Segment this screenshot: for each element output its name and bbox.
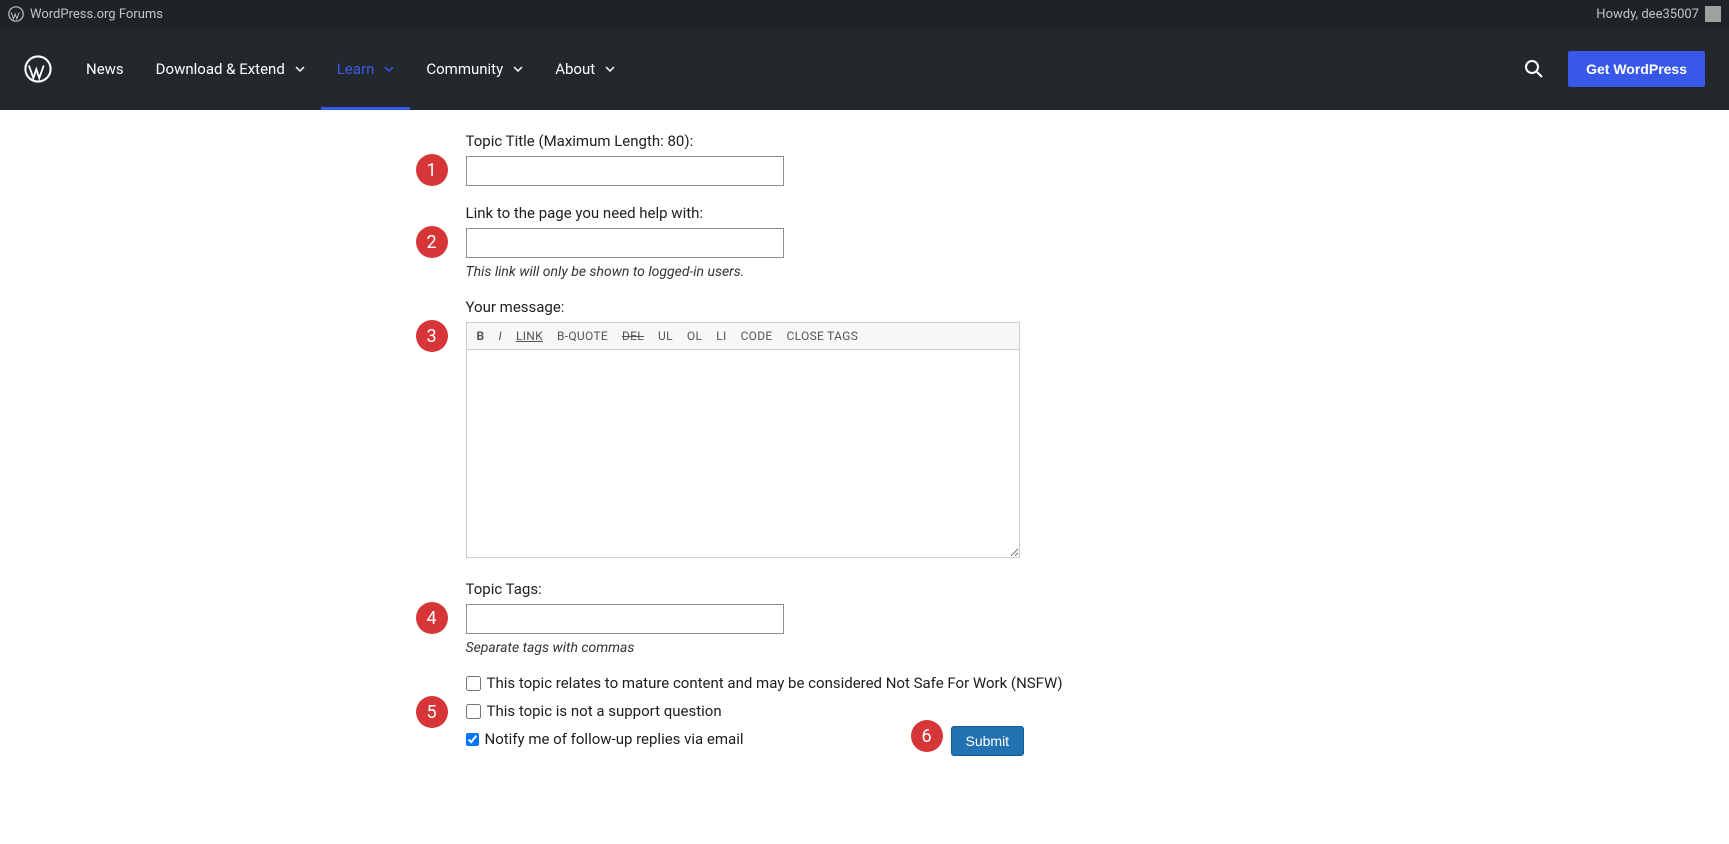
topic-tags-input[interactable] [466,604,784,634]
nav-label: About [555,60,595,78]
nav-item-community[interactable]: Community [410,28,539,110]
nav-label: Learn [337,60,375,78]
toolbar-close-tags-button[interactable]: CLOSE TAGS [787,329,859,343]
chevron-down-icon [384,64,394,74]
get-wordpress-button[interactable]: Get WordPress [1568,51,1705,87]
wordpress-logo-icon[interactable] [8,6,24,22]
main-navigation: News Download & Extend Learn Community A… [0,28,1729,110]
chevron-down-icon [295,64,305,74]
avatar[interactable] [1705,6,1721,22]
chevron-down-icon [513,64,523,74]
annotation-badge-2: 2 [416,226,448,258]
nav-item-news[interactable]: News [70,28,140,110]
nav-item-download-extend[interactable]: Download & Extend [140,28,321,110]
link-help-text: This link will only be shown to logged-i… [466,264,1320,280]
wordpress-logo-icon[interactable] [24,55,52,83]
toolbar-link-button[interactable]: LINK [516,329,543,343]
annotation-badge-6: 6 [911,720,943,752]
submit-button[interactable]: Submit [951,726,1025,756]
admin-bar-left: WordPress.org Forums [8,6,163,22]
not-support-checkbox-label: This topic is not a support question [487,702,722,720]
topic-title-label: Topic Title (Maximum Length: 80): [466,132,1320,150]
link-input[interactable] [466,228,784,258]
toolbar-italic-button[interactable]: I [498,329,501,343]
toolbar-bold-button[interactable]: B [477,329,485,343]
toolbar-code-button[interactable]: CODE [741,329,773,343]
nav-menu: News Download & Extend Learn Community A… [70,28,631,110]
annotation-badge-5: 5 [416,696,448,728]
annotation-badge-3: 3 [416,320,448,352]
topic-tags-help: Separate tags with commas [466,640,1320,656]
editor-toolbar: B I LINK B-QUOTE DEL UL OL LI CODE CLOSE… [466,322,1020,350]
field-topic-title: 1 Topic Title (Maximum Length: 80): [410,132,1320,186]
notify-checkbox[interactable] [466,733,479,746]
nav-item-learn[interactable]: Learn [321,28,411,110]
search-icon [1524,59,1544,79]
field-link: 2 Link to the page you need help with: T… [410,204,1320,280]
link-label: Link to the page you need help with: [466,204,1320,222]
topic-form: 1 Topic Title (Maximum Length: 80): 2 Li… [410,132,1320,748]
annotation-badge-4: 4 [416,602,448,634]
notify-checkbox-label: Notify me of follow-up replies via email [485,730,744,748]
message-label: Your message: [466,298,1320,316]
nsfw-checkbox-label: This topic relates to mature content and… [487,674,1063,692]
nsfw-checkbox-row: This topic relates to mature content and… [410,674,1320,692]
toolbar-del-button[interactable]: DEL [622,329,644,343]
toolbar-bquote-button[interactable]: B-QUOTE [557,329,608,343]
toolbar-li-button[interactable]: LI [716,329,726,343]
chevron-down-icon [605,64,615,74]
field-topic-tags: 4 Topic Tags: Separate tags with commas [410,580,1320,656]
not-support-checkbox-row: This topic is not a support question [410,702,1320,720]
toolbar-ul-button[interactable]: UL [658,329,673,343]
checkbox-block: 5 This topic relates to mature content a… [410,674,1320,748]
annotation-badge-1: 1 [416,154,448,186]
nsfw-checkbox[interactable] [466,676,481,691]
submit-area: Notify me of follow-up replies via email… [410,730,1320,748]
nav-label: Download & Extend [156,60,285,78]
admin-bar: WordPress.org Forums Howdy, dee35007 [0,0,1729,28]
topic-tags-label: Topic Tags: [466,580,1320,598]
admin-bar-site-title[interactable]: WordPress.org Forums [30,7,163,22]
admin-bar-right: Howdy, dee35007 [1596,6,1721,22]
field-message: 3 Your message: B I LINK B-QUOTE DEL UL … [410,298,1320,558]
search-button[interactable] [1524,59,1544,79]
nav-label: News [86,60,124,78]
not-support-checkbox[interactable] [466,704,481,719]
topic-title-input[interactable] [466,156,784,186]
nav-item-about[interactable]: About [539,28,631,110]
message-textarea[interactable] [466,350,1020,558]
nav-label: Community [426,60,503,78]
admin-bar-howdy[interactable]: Howdy, dee35007 [1596,7,1699,22]
toolbar-ol-button[interactable]: OL [687,329,702,343]
